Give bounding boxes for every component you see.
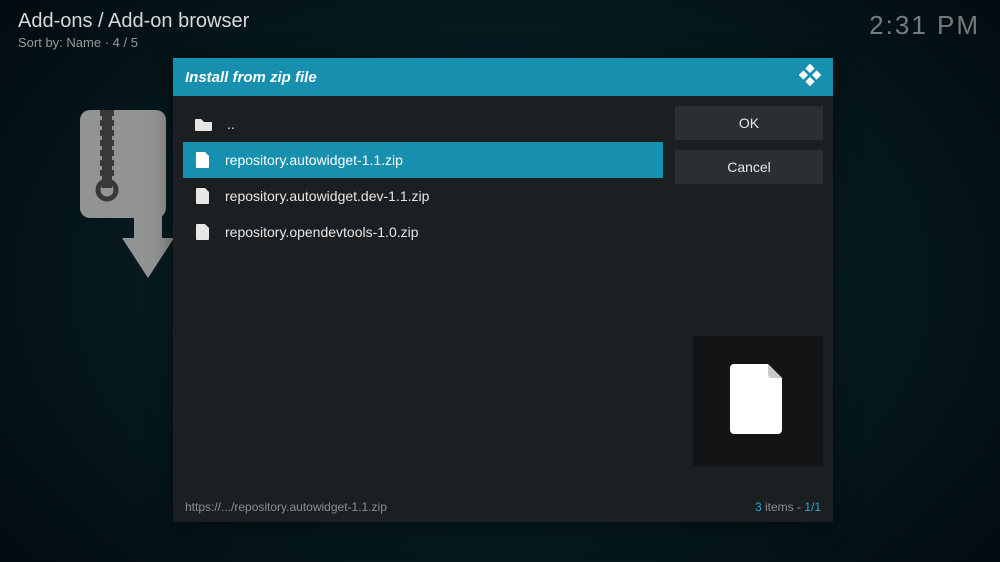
file-icon <box>195 224 211 240</box>
file-preview-panel <box>693 336 823 466</box>
file-label: repository.autowidget-1.1.zip <box>225 152 403 168</box>
sort-index: 4 / 5 <box>113 35 138 50</box>
dialog-actions: OK Cancel <box>675 106 823 250</box>
sort-sep: · <box>101 35 113 50</box>
cancel-button[interactable]: Cancel <box>675 150 823 184</box>
file-row[interactable]: repository.autowidget.dev-1.1.zip <box>183 178 663 214</box>
sort-prefix: Sort by: <box>18 35 66 50</box>
file-list: .. repository.autowidget-1.1.zip reposit… <box>183 106 663 250</box>
install-zip-dialog: Install from zip file .. <box>173 58 833 522</box>
file-icon <box>195 152 211 168</box>
footer-page: 1/1 <box>804 500 821 514</box>
file-label: repository.autowidget.dev-1.1.zip <box>225 188 429 204</box>
footer-path: https://.../repository.autowidget-1.1.zi… <box>185 500 387 514</box>
breadcrumb: Add-ons / Add-on browser <box>18 10 982 33</box>
dialog-footer: https://.../repository.autowidget-1.1.zi… <box>173 496 833 522</box>
footer-count-number: 3 <box>755 500 762 514</box>
file-label: .. <box>227 116 235 132</box>
file-row[interactable]: repository.opendevtools-1.0.zip <box>183 214 663 250</box>
file-label: repository.opendevtools-1.0.zip <box>225 224 419 240</box>
kodi-logo-icon <box>799 64 821 91</box>
document-icon <box>730 364 786 439</box>
file-row-parent[interactable]: .. <box>183 106 663 142</box>
footer-count-word: items - <box>762 500 805 514</box>
dialog-titlebar: Install from zip file <box>173 58 833 96</box>
sort-value: Name <box>66 35 101 50</box>
clock: 2:31 PM <box>869 10 980 41</box>
file-row[interactable]: repository.autowidget-1.1.zip <box>183 142 663 178</box>
folder-up-icon <box>195 117 213 131</box>
ok-button[interactable]: OK <box>675 106 823 140</box>
file-icon <box>195 188 211 204</box>
sort-line: Sort by: Name · 4 / 5 <box>18 35 982 50</box>
footer-count: 3 items - 1/1 <box>755 500 821 514</box>
dialog-title: Install from zip file <box>185 69 317 86</box>
